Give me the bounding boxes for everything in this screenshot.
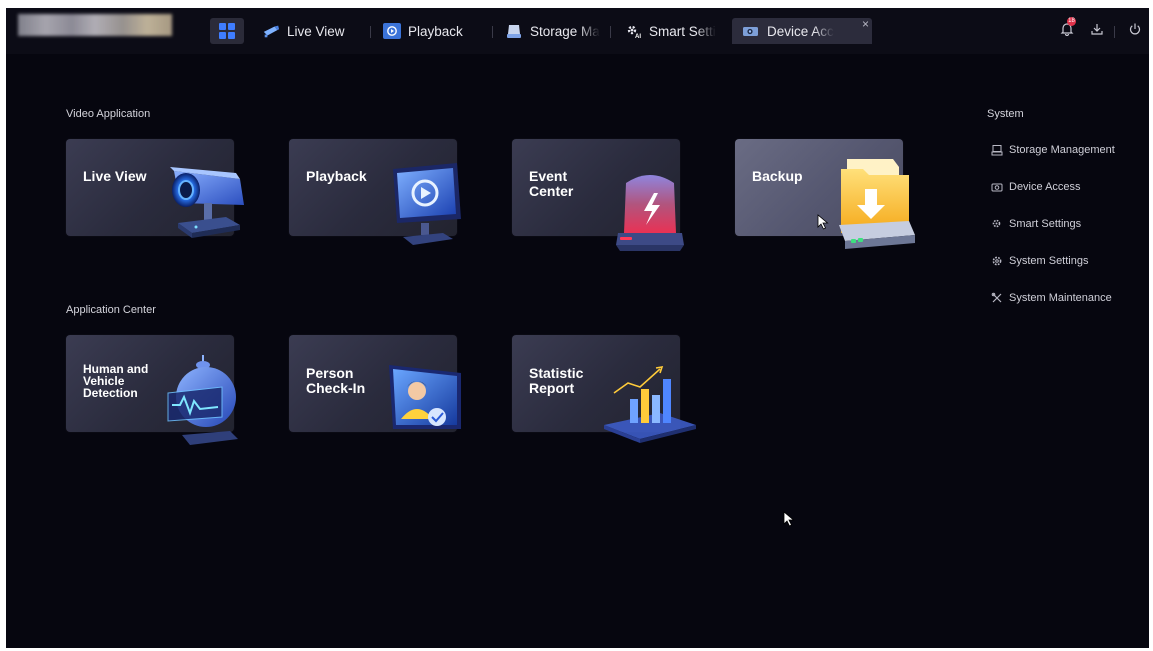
- alarm-count-badge: 18: [1067, 17, 1076, 26]
- card-label: Event Center: [529, 168, 574, 199]
- card-playback[interactable]: Playback: [289, 139, 461, 245]
- card-event-center[interactable]: Event Center: [512, 139, 684, 251]
- home-menu-button[interactable]: [210, 18, 244, 44]
- tab-playback[interactable]: Playback: [383, 18, 463, 44]
- detection-robot-icon: [167, 355, 238, 445]
- monitor-playback-icon: [393, 163, 461, 245]
- menu-item-smart-settings[interactable]: Smart Settings: [991, 218, 1081, 230]
- download-button[interactable]: [1088, 20, 1106, 38]
- tab-storage[interactable]: Storage Ma: [505, 18, 600, 44]
- tab-label: Smart Setti: [649, 23, 716, 39]
- power-button[interactable]: [1126, 20, 1144, 38]
- tab-label: Playback: [408, 23, 463, 39]
- smart-settings-icon: AI: [624, 23, 642, 39]
- mouse-cursor-icon: [783, 511, 795, 527]
- tab-label: Storage Ma: [530, 23, 600, 39]
- menu-item-label: Smart Settings: [1009, 218, 1082, 230]
- maintenance-icon: [991, 292, 1003, 304]
- menu-item-label: Device Access: [1009, 181, 1081, 193]
- camera-icon: [262, 23, 280, 39]
- alarm-bell-button[interactable]: 18: [1058, 17, 1076, 38]
- blurred-logo: [18, 14, 172, 36]
- section-title-system: System: [987, 108, 1024, 120]
- card-person-check-in[interactable]: Person Check-In: [289, 335, 461, 432]
- menu-item-system-maintenance[interactable]: System Maintenance: [991, 292, 1112, 304]
- alarm-light-icon: [616, 175, 684, 251]
- statistics-chart-icon: [604, 365, 696, 443]
- person-check-in-icon: [389, 365, 461, 429]
- card-human-vehicle-detection[interactable]: Human and Vehicle Detection: [66, 335, 238, 445]
- storage-icon: [505, 23, 523, 39]
- menu-item-label: System Settings: [1009, 255, 1089, 267]
- menu-item-system-settings[interactable]: System Settings: [991, 255, 1088, 267]
- storage-icon: [991, 144, 1003, 156]
- svg-text:AI: AI: [635, 34, 641, 39]
- backup-folder-icon: [839, 159, 915, 249]
- security-camera-icon: [170, 167, 244, 238]
- close-tab-icon[interactable]: ×: [862, 18, 869, 31]
- tab-smart-settings[interactable]: AI Smart Setti: [624, 18, 720, 44]
- card-label: Backup: [752, 168, 803, 184]
- system-settings-icon: [991, 255, 1003, 267]
- mouse-cursor-icon: [817, 214, 829, 230]
- device-access-icon: [742, 23, 760, 39]
- section-title-video: Video Application: [66, 108, 151, 120]
- section-title-apps: Application Center: [66, 304, 156, 316]
- power-icon: [1129, 23, 1141, 35]
- tab-label: Live View: [287, 23, 345, 39]
- menu-item-label: System Maintenance: [1009, 292, 1112, 304]
- card-live-view[interactable]: Live View: [66, 139, 244, 238]
- device-access-icon: [991, 181, 1003, 193]
- menu-item-device-access[interactable]: Device Access: [991, 181, 1081, 193]
- main-screen: Live View Playback Storage Ma AI Smart S…: [6, 8, 1149, 648]
- playback-icon: [383, 23, 401, 39]
- card-label: Playback: [306, 168, 367, 184]
- menu-item-label: Storage Management: [1009, 144, 1115, 156]
- grid-menu-icon: [219, 23, 235, 39]
- tab-device-access[interactable]: Device Acc ×: [732, 18, 872, 44]
- menu-item-storage-management[interactable]: Storage Management: [991, 144, 1115, 156]
- tab-live-view[interactable]: Live View: [262, 18, 345, 44]
- top-bar: Live View Playback Storage Ma AI Smart S…: [6, 8, 1149, 54]
- tab-label: Device Acc: [767, 23, 834, 39]
- download-icon: [1091, 24, 1103, 35]
- card-label: Human and Vehicle Detection: [83, 362, 149, 400]
- smart-settings-icon: [991, 218, 1003, 230]
- card-statistic-report[interactable]: Statistic Report: [512, 335, 696, 443]
